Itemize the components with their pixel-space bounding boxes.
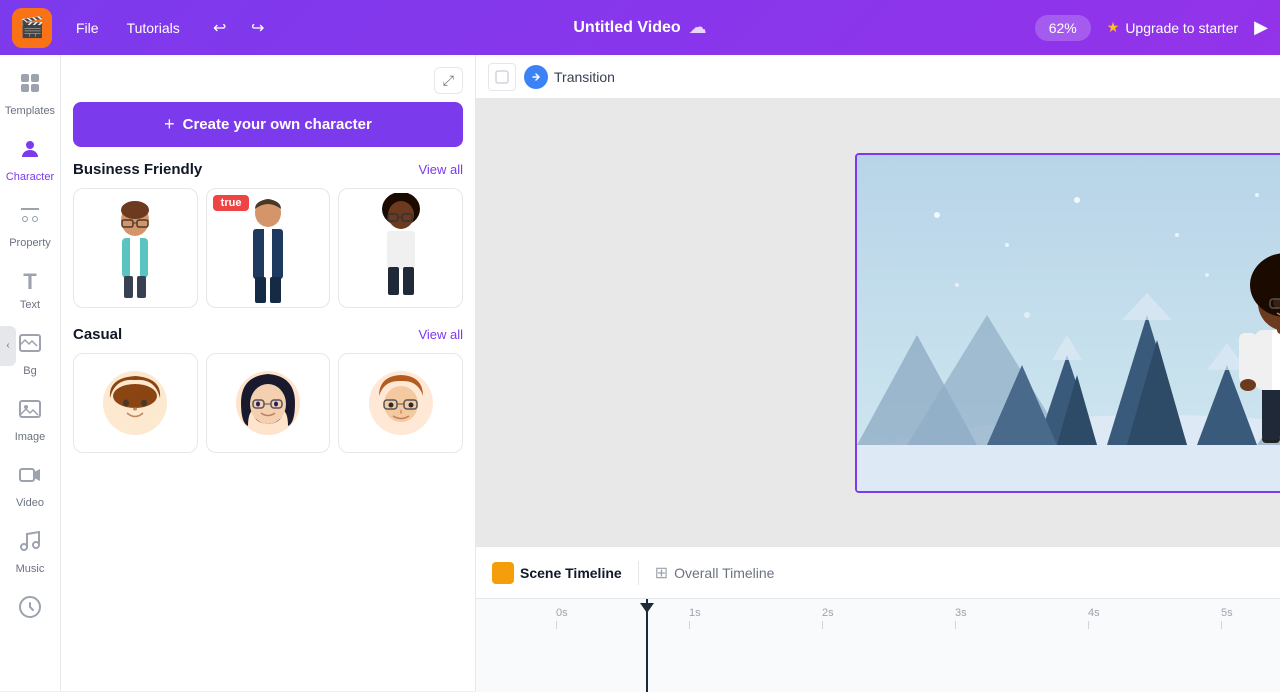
file-menu[interactable]: File <box>64 14 111 42</box>
sidebar-label-bg: Bg <box>23 365 36 377</box>
transition-icon <box>524 65 548 89</box>
timeline-ruler: 0s 1s 2s 3s 4s 5s <box>476 599 1280 692</box>
sidebar-label-templates: Templates <box>5 105 55 117</box>
character-panel: ⤢ + Create your own character Business F… <box>61 55 476 691</box>
sidebar-item-templates[interactable]: Templates <box>0 63 60 125</box>
templates-icon <box>18 71 42 101</box>
sidebar-label-video: Video <box>16 497 44 509</box>
collapse-panel-button[interactable]: ‹ <box>0 326 16 366</box>
character-card-bf2[interactable]: true <box>206 188 331 308</box>
sidebar-item-text[interactable]: T Text <box>0 261 60 319</box>
character-icon <box>18 137 42 167</box>
character-card-c3[interactable] <box>338 353 463 453</box>
app-logo[interactable]: 🎬 <box>12 8 52 48</box>
overall-timeline-icon: ⊞ <box>655 563 668 583</box>
business-section-header: Business Friendly View all <box>73 161 463 178</box>
expand-button[interactable]: ⤢ <box>434 67 463 94</box>
canvas-frame: 🎬 Made with Animaker <box>855 153 1280 493</box>
sidebar-item-image[interactable]: Image <box>0 389 60 451</box>
expand-row: ⤢ <box>73 67 463 94</box>
menu-bar: File Tutorials <box>64 14 192 42</box>
overall-timeline-label: Overall Timeline <box>674 565 774 581</box>
video-canvas[interactable]: 🎬 Made with Animaker <box>476 99 1280 546</box>
ruler-0s: 0s <box>556 607 689 619</box>
character-card-bf3[interactable] <box>338 188 463 308</box>
video-icon <box>18 463 42 493</box>
undo-button[interactable]: ↩ <box>204 12 236 44</box>
project-title: Untitled Video <box>573 19 680 37</box>
create-character-button[interactable]: + Create your own character <box>73 102 463 147</box>
transition-tab[interactable]: Transition <box>524 65 615 89</box>
sidebar-label-character: Character <box>6 171 54 183</box>
preview-play-icon[interactable]: ▶ <box>1254 17 1268 38</box>
scene-timeline-icon <box>492 562 514 584</box>
ruler-4s: 4s <box>1088 607 1221 619</box>
playhead[interactable] <box>646 599 648 692</box>
more-icon <box>18 595 42 625</box>
redo-button[interactable]: ↪ <box>242 12 274 44</box>
star-icon: ★ <box>1107 19 1120 36</box>
sidebar-item-more[interactable] <box>0 587 60 633</box>
bg-icon <box>18 331 42 361</box>
business-section-title: Business Friendly <box>73 161 202 178</box>
sidebar-item-video[interactable]: Video <box>0 455 60 517</box>
business-characters-grid: true <box>73 188 463 308</box>
character-card-c1[interactable] <box>73 353 198 453</box>
music-icon <box>18 529 42 559</box>
character-card-c2[interactable] <box>206 353 331 453</box>
tab-bar: Transition <box>476 55 1280 99</box>
transition-label: Transition <box>554 69 615 85</box>
ruler-1s: 1s <box>689 607 822 619</box>
topbar-right: 62% ★ Upgrade to starter ▶ <box>1035 15 1268 41</box>
scene-timeline-label: Scene Timeline <box>520 565 622 581</box>
casual-view-all-button[interactable]: View all <box>418 327 463 342</box>
image-icon <box>18 397 42 427</box>
casual-characters-grid <box>73 353 463 453</box>
ruler-5s: 5s <box>1221 607 1280 619</box>
right-area: Transition <box>476 55 1280 691</box>
undo-redo: ↩ ↪ <box>204 12 274 44</box>
main-layout: Templates Character Property T Text Bg <box>0 55 1280 691</box>
scene-checkbox[interactable] <box>488 63 516 91</box>
topbar: 🎬 File Tutorials ↩ ↪ Untitled Video ☁ 62… <box>0 0 1280 55</box>
sidebar-item-character[interactable]: Character <box>0 129 60 191</box>
sidebar-label-property: Property <box>9 237 51 249</box>
business-view-all-button[interactable]: View all <box>418 162 463 177</box>
plus-icon: + <box>164 114 175 135</box>
casual-section-header: Casual View all <box>73 326 463 343</box>
ruler-2s: 2s <box>822 607 955 619</box>
ruler-marks: 0s 1s 2s 3s 4s 5s <box>476 599 1280 619</box>
sidebar: Templates Character Property T Text Bg <box>0 55 61 691</box>
new-badge: true <box>213 195 250 211</box>
scene-timeline-tab[interactable]: Scene Timeline <box>492 562 622 584</box>
timeline-divider <box>638 561 639 585</box>
character-card-bf1[interactable] <box>73 188 198 308</box>
sidebar-label-music: Music <box>16 563 45 575</box>
sidebar-label-text: Text <box>20 299 40 311</box>
sidebar-item-property[interactable]: Property <box>0 195 60 257</box>
overall-timeline-tab[interactable]: ⊞ Overall Timeline <box>655 563 775 583</box>
cloud-save-icon: ☁ <box>689 17 707 38</box>
title-area: Untitled Video ☁ <box>573 17 706 38</box>
casual-section-title: Casual <box>73 326 122 343</box>
tutorials-menu[interactable]: Tutorials <box>115 14 192 42</box>
timeline-controls: Scene Timeline ⊞ Overall Timeline ⏮ ▶ <box>476 547 1280 599</box>
upgrade-button[interactable]: ★ Upgrade to starter <box>1107 19 1238 36</box>
sidebar-item-music[interactable]: Music <box>0 521 60 583</box>
property-icon <box>18 203 42 233</box>
zoom-control[interactable]: 62% <box>1035 15 1091 41</box>
ruler-3s: 3s <box>955 607 1088 619</box>
text-icon: T <box>23 269 36 295</box>
timeline-area: Scene Timeline ⊞ Overall Timeline ⏮ ▶ <box>476 546 1280 691</box>
sidebar-label-image: Image <box>15 431 46 443</box>
